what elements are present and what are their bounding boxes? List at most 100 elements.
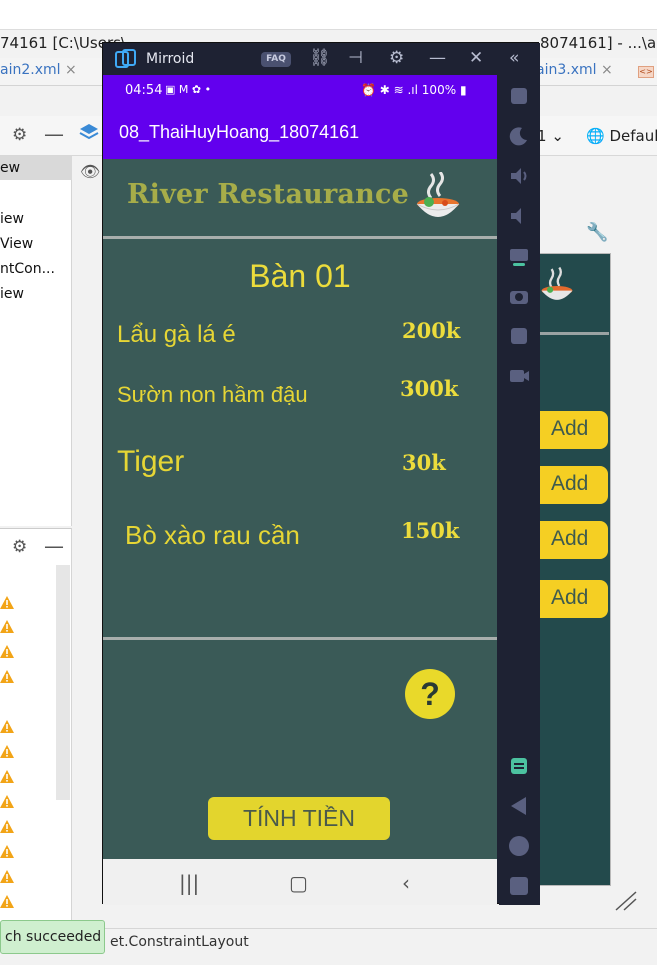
tree-item[interactable]: ntCon... bbox=[0, 261, 55, 277]
screenshot-icon[interactable] bbox=[508, 285, 530, 307]
tree-item[interactable]: iew bbox=[0, 286, 24, 302]
dish-name: Bò xào rau cần bbox=[125, 520, 300, 550]
mirroid-sidebar bbox=[499, 75, 540, 905]
dish-name: Sườn non hầm đậu bbox=[117, 382, 308, 407]
ide-tab-main3[interactable]: ain3.xml × bbox=[536, 62, 613, 78]
add-button[interactable]: Add bbox=[537, 521, 608, 559]
warning-icon bbox=[0, 795, 14, 808]
android-nav-bar: ||| ▢ ‹ bbox=[103, 859, 497, 905]
eye-icon[interactable]: 👁 bbox=[80, 162, 100, 181]
home-icon[interactable] bbox=[508, 835, 530, 857]
warning-icon bbox=[0, 645, 14, 658]
design-preview bbox=[537, 253, 611, 886]
tab-label: ain3.xml bbox=[536, 62, 597, 78]
recent-apps-icon[interactable] bbox=[508, 875, 530, 897]
gear-icon[interactable]: ⚙ bbox=[12, 537, 27, 557]
dish-price: 200k bbox=[402, 318, 461, 343]
add-button[interactable]: Add bbox=[537, 411, 608, 449]
close-icon[interactable]: ✕ bbox=[469, 48, 483, 68]
ide-title-right: 8074161] - ...\app bbox=[540, 34, 657, 52]
keyboard-icon[interactable] bbox=[508, 245, 530, 267]
ide-tab-main2[interactable]: ain2.xml × bbox=[0, 62, 77, 78]
warning-icon bbox=[0, 745, 14, 758]
minimize-icon[interactable]: — bbox=[44, 122, 64, 146]
warning-icon bbox=[0, 596, 14, 609]
gear-icon[interactable]: ⚙ bbox=[389, 48, 404, 68]
preview-divider bbox=[537, 332, 609, 335]
android-status-bar: 04:54 ▣ M ✿ • ⏰ ✱ ≋ .ıl 100% ▮ bbox=[103, 75, 497, 105]
mirroid-window: Mirroid FAQ ⛓ ⊣ ⚙ — ✕ « 04:54 ▣ M ✿ • ⏰ … bbox=[102, 42, 540, 905]
warning-icon bbox=[0, 820, 14, 833]
xml-file-icon: <> bbox=[638, 66, 654, 78]
volume-up-icon[interactable] bbox=[508, 165, 530, 187]
warning-icon bbox=[0, 845, 14, 858]
help-button[interactable]: ? bbox=[405, 669, 455, 719]
app-bar: 08_ThaiHuyHoang_18074161 bbox=[103, 105, 497, 159]
dish-price: 150k bbox=[401, 518, 460, 543]
soup-bowl-icon bbox=[541, 266, 573, 300]
status-time: 04:54 bbox=[125, 83, 163, 98]
warning-icon bbox=[0, 870, 14, 883]
signal-icons: ⏰ ✱ ≋ .ıl bbox=[361, 83, 422, 97]
warning-icon bbox=[0, 770, 14, 783]
theme-label: Default bbox=[609, 127, 657, 145]
recent-apps-icon[interactable]: ||| bbox=[179, 871, 199, 895]
fullscreen-icon[interactable] bbox=[508, 85, 530, 107]
warning-icon bbox=[0, 720, 14, 733]
dish-name: Tiger bbox=[117, 445, 185, 478]
night-mode-icon[interactable] bbox=[508, 125, 530, 147]
tab-close-icon[interactable]: × bbox=[65, 62, 77, 78]
battery-icon: ▮ bbox=[459, 83, 467, 97]
back-icon[interactable] bbox=[508, 795, 530, 817]
restaurant-name: River Restaurance bbox=[127, 179, 409, 210]
mirroid-logo-icon bbox=[115, 49, 136, 68]
build-toast: ch succeeded bbox=[0, 920, 105, 954]
status-text: et.ConstraintLayout bbox=[110, 934, 249, 950]
tab-label: ain2.xml bbox=[0, 62, 61, 78]
tree-item[interactable]: iew bbox=[0, 211, 24, 227]
warning-icon bbox=[0, 620, 14, 633]
minimize-icon[interactable]: — bbox=[44, 534, 64, 558]
back-icon[interactable]: ‹ bbox=[402, 871, 410, 895]
theme-selector[interactable]: 🌐 Default bbox=[586, 127, 657, 145]
volume-down-icon[interactable] bbox=[508, 205, 530, 227]
footer-divider bbox=[103, 637, 497, 640]
dish-price: 30k bbox=[402, 450, 446, 475]
add-button[interactable]: Add bbox=[537, 580, 608, 618]
link-icon[interactable]: ⛓ bbox=[309, 48, 331, 68]
zoom-label[interactable]: 1 ⌄ bbox=[537, 127, 564, 145]
mirroid-title: Mirroid bbox=[146, 51, 195, 67]
tab-close-icon[interactable]: × bbox=[601, 62, 613, 78]
ide-window-titlebar bbox=[0, 0, 657, 30]
globe-icon: 🌐 bbox=[586, 127, 605, 145]
mirroid-titlebar: Mirroid FAQ ⛓ ⊣ ⚙ — ✕ « bbox=[103, 43, 540, 75]
add-button[interactable]: Add bbox=[537, 466, 608, 504]
warning-icon bbox=[0, 670, 14, 683]
video-icon[interactable] bbox=[508, 365, 530, 387]
minimize-icon[interactable]: — bbox=[429, 48, 446, 68]
home-icon[interactable]: ▢ bbox=[289, 871, 308, 895]
gear-icon[interactable]: ⚙ bbox=[12, 125, 27, 145]
layers-icon[interactable] bbox=[78, 122, 100, 144]
header-divider bbox=[103, 236, 497, 239]
collapse-sidebar-icon[interactable]: « bbox=[509, 48, 519, 68]
notification-icons: ▣ M ✿ • bbox=[165, 83, 212, 96]
table-title: Bàn 01 bbox=[249, 258, 351, 294]
checkout-button[interactable]: TÍNH TIỀN bbox=[208, 797, 390, 840]
record-icon[interactable] bbox=[508, 325, 530, 347]
battery-percent: 100% bbox=[421, 83, 457, 97]
dish-price: 300k bbox=[400, 376, 459, 401]
app-store-icon[interactable] bbox=[508, 755, 530, 777]
wrench-icon[interactable]: 🔧 bbox=[586, 222, 608, 243]
tree-item[interactable]: View bbox=[0, 236, 33, 252]
app-title: 08_ThaiHuyHoang_18074161 bbox=[119, 122, 360, 142]
warning-icon bbox=[0, 895, 14, 908]
soup-bowl-icon bbox=[416, 172, 460, 217]
dish-name: Lẩu gà lá é bbox=[117, 321, 236, 348]
scrollbar[interactable] bbox=[56, 565, 70, 800]
faq-button[interactable]: FAQ bbox=[261, 52, 291, 67]
tree-item[interactable]: ew bbox=[0, 160, 20, 176]
status-indicators: ⏰ ✱ ≋ .ıl 100% ▮ bbox=[361, 83, 467, 97]
resize-handle-icon[interactable] bbox=[614, 890, 638, 912]
pin-icon[interactable]: ⊣ bbox=[348, 48, 363, 68]
